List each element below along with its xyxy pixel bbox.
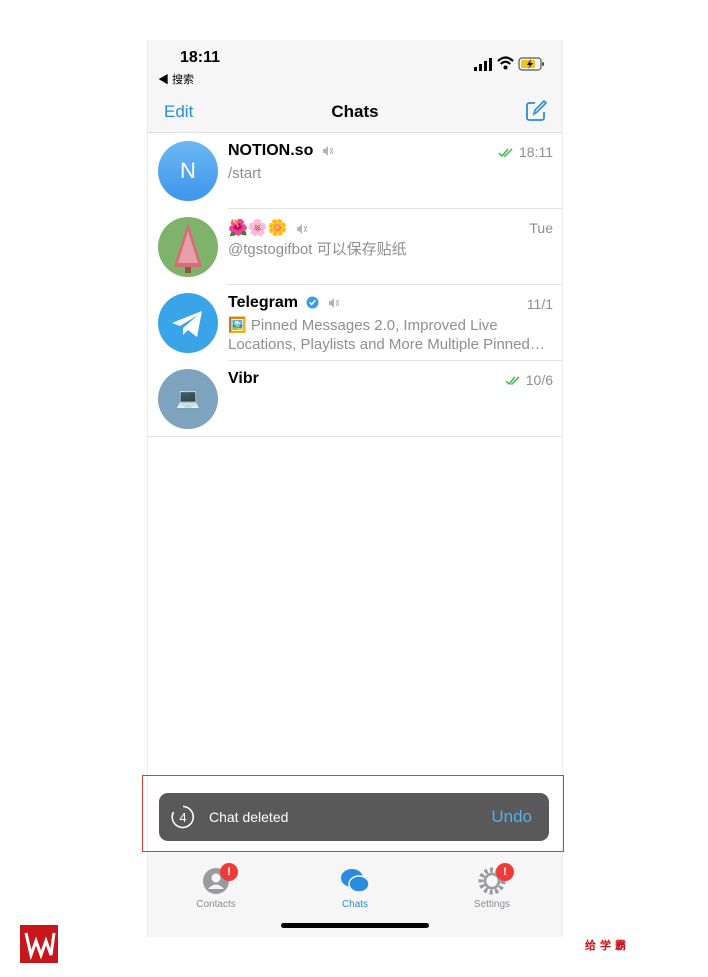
page-title: Chats: [331, 102, 379, 121]
chat-name: 🌺🌸🌼: [228, 220, 288, 237]
chat-title: Vibr: [228, 370, 259, 388]
tab-label: Contacts: [196, 899, 236, 910]
chats-icon: [341, 869, 370, 893]
chat-time-value: 18:11: [519, 144, 553, 160]
chat-time: Tue: [529, 220, 553, 236]
back-to-app-link[interactable]: ◀ 搜索: [158, 71, 194, 87]
tab-settings[interactable]: ! Settings: [447, 863, 537, 910]
chat-title: NOTION.so: [228, 142, 334, 160]
chat-row-stickers[interactable]: 🌺🌸🌼 Tue @tgstogifbot 可以保存贴纸: [148, 209, 562, 285]
undo-button[interactable]: Undo: [491, 807, 532, 827]
chat-name: Vibr: [228, 370, 259, 387]
chat-row-notion[interactable]: N NOTION.so 18:11 /start: [148, 133, 562, 209]
muted-icon: [297, 223, 308, 234]
status-time: 18:11: [180, 49, 221, 66]
compose-icon[interactable]: [525, 100, 547, 122]
watermark-brand: 给学霸: [585, 940, 630, 952]
telegram-plane-icon: [172, 311, 202, 337]
read-double-check-icon: [498, 148, 513, 158]
watermark-logo: [20, 925, 58, 963]
read-double-check-icon: [505, 376, 520, 386]
christmas-tree-icon: [174, 223, 202, 273]
chat-name: Telegram: [228, 294, 298, 311]
chat-time: 18:11: [498, 144, 553, 160]
wifi-icon: [497, 56, 514, 70]
toast-message: Chat deleted: [209, 809, 289, 825]
chat-title: Telegram: [228, 294, 340, 312]
chat-message: 🖼️ Pinned Messages 2.0, Improved Live Lo…: [228, 317, 545, 353]
countdown-value: 4: [179, 810, 186, 825]
muted-icon: [328, 297, 340, 308]
settings-badge: !: [496, 863, 514, 881]
avatar: N: [158, 141, 218, 201]
computer-icon: 💻: [175, 388, 201, 410]
chat-title: 🌺🌸🌼: [228, 218, 308, 238]
chat-row-telegram[interactable]: Telegram 11/1 🖼️ Pinned Messages 2.0, Im…: [148, 285, 562, 361]
tab-chats[interactable]: Chats: [310, 866, 400, 910]
tab-label: Chats: [341, 899, 369, 910]
contacts-badge: !: [220, 863, 238, 881]
chat-time: 11/1: [526, 296, 553, 312]
avatar: [158, 217, 218, 277]
chat-time-value: 10/6: [525, 372, 553, 388]
countdown-timer: 4: [171, 805, 195, 829]
verified-icon: [306, 296, 319, 309]
avatar: 💻: [158, 369, 218, 429]
home-indicator[interactable]: [281, 923, 429, 928]
status-bar: 18:11 ◀ 搜索: [148, 40, 562, 92]
avatar: [158, 293, 218, 353]
tab-label: Settings: [473, 899, 511, 910]
chat-name: NOTION.so: [228, 142, 314, 159]
divider: [148, 436, 562, 437]
signal-icon: [474, 58, 492, 71]
muted-icon: [322, 145, 334, 156]
navigation-bar: Edit Chats: [148, 92, 562, 133]
undo-toast: 4 Chat deleted Undo: [159, 793, 549, 841]
tab-contacts[interactable]: ! Contacts: [171, 863, 261, 910]
battery-charging-icon: [518, 57, 544, 71]
chat-message: /start: [228, 165, 262, 182]
chat-row-vibr[interactable]: 💻 Vibr 10/6: [148, 361, 562, 437]
chat-message: @tgstogifbot 可以保存贴纸: [228, 241, 407, 258]
chat-time: 10/6: [505, 372, 553, 388]
avatar-letter: N: [180, 158, 196, 183]
